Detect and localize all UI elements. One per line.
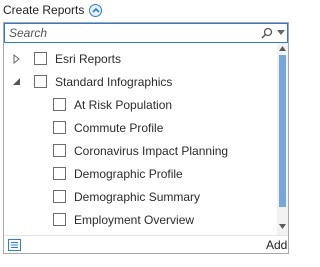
checkbox[interactable] [53,144,66,157]
tree-item-label: Demographic Profile [74,167,183,181]
tree-item-standard-infographics[interactable]: Standard Infographics [4,72,276,92]
report-tree: Esri Reports Standard Infographics At Ri… [4,45,276,235]
tree-item-demographic-profile[interactable]: Demographic Profile [4,164,276,184]
checkbox[interactable] [53,167,66,180]
checkbox[interactable] [34,75,47,88]
tree-item-employment-overview[interactable]: Employment Overview [4,210,276,230]
panel-footer: Add [4,235,288,254]
scroll-up-icon[interactable] [279,46,286,51]
tree-item-label: Esri Reports [55,52,122,66]
tree-item-commute-profile[interactable]: Commute Profile [4,118,276,138]
scrollbar[interactable] [277,43,288,235]
collapse-arrow-icon[interactable] [12,77,22,87]
chevron-up-circle-icon[interactable] [89,3,103,17]
checkbox[interactable] [53,121,66,134]
tree-item-label: Commute Profile [74,121,164,135]
tree-item-at-risk-population[interactable]: At Risk Population [4,95,276,115]
tree-item-label: At Risk Population [74,98,173,112]
scroll-thumb[interactable] [279,55,286,207]
tree-item-esri-reports[interactable]: Esri Reports [4,49,276,69]
checkbox[interactable] [34,52,47,65]
page-title: Create Reports [3,3,85,17]
scroll-down-icon[interactable] [279,224,286,229]
add-button[interactable]: Add [266,238,287,252]
caret-down-icon[interactable] [277,30,285,36]
search-icon[interactable] [261,27,273,39]
search-input[interactable] [9,25,249,41]
checkbox[interactable] [53,190,66,203]
tree-item-coronavirus-impact-planning[interactable]: Coronavirus Impact Planning [4,141,276,161]
tree-item-label: Coronavirus Impact Planning [74,144,229,158]
header: Create Reports [3,1,103,19]
tree-item-label: Employment Overview [74,213,195,227]
checkbox[interactable] [53,98,66,111]
checkbox[interactable] [53,213,66,226]
tree-item-label: Demographic Summary [74,190,201,204]
list-icon[interactable] [8,239,21,251]
tree-item-label: Standard Infographics [55,75,173,89]
reports-panel: Esri Reports Standard Infographics At Ri… [3,22,289,254]
search-box [4,23,288,43]
expand-arrow-icon[interactable] [12,54,22,64]
tree-item-demographic-summary[interactable]: Demographic Summary [4,187,276,207]
